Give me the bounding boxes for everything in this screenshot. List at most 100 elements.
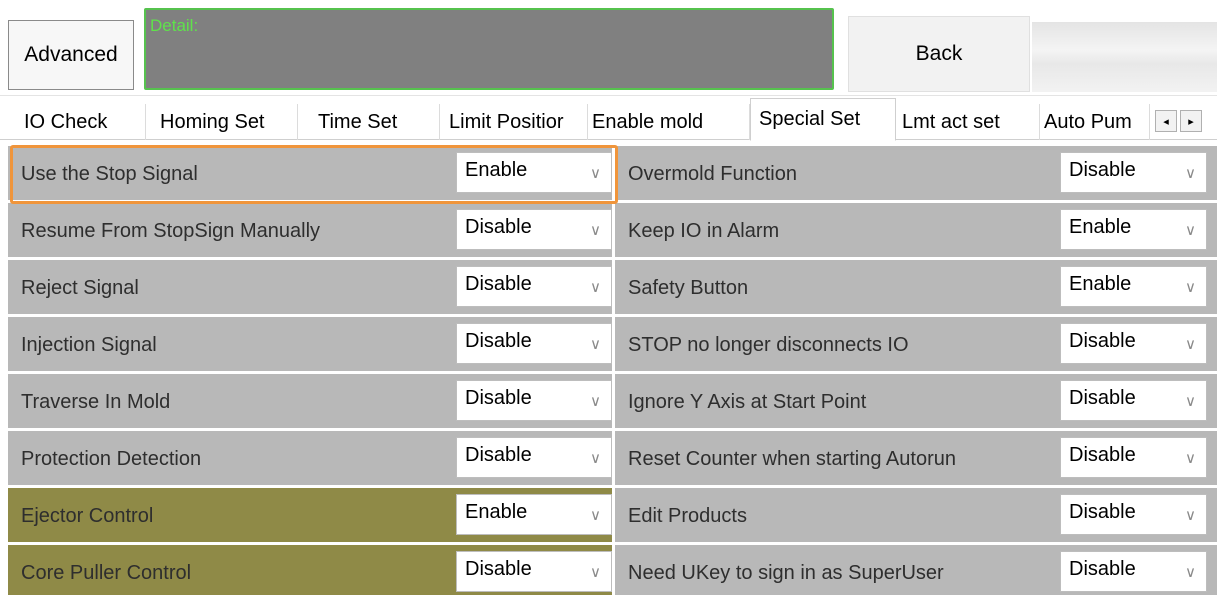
setting-select[interactable]: Disable ∨ bbox=[1060, 152, 1207, 193]
chevron-down-icon: ∨ bbox=[590, 393, 601, 410]
tab-label: Auto Pum bbox=[1044, 110, 1132, 133]
back-button[interactable]: Back bbox=[848, 16, 1030, 92]
setting-label: Safety Button bbox=[628, 277, 749, 299]
select-value: Disable bbox=[465, 387, 532, 409]
chevron-down-icon: ∨ bbox=[1185, 507, 1196, 524]
tab-label: Lmt act set bbox=[902, 110, 1000, 133]
setting-select[interactable]: Enable ∨ bbox=[456, 494, 612, 535]
setting-row: Use the Stop Signal Enable ∨ bbox=[8, 146, 612, 200]
tab-label: Limit Positior bbox=[449, 110, 564, 133]
setting-row: Protection Detection Disable ∨ bbox=[8, 431, 612, 485]
setting-select[interactable]: Disable ∨ bbox=[1060, 437, 1207, 478]
special-settings-grid: Use the Stop Signal Enable ∨ Overmold Fu… bbox=[8, 146, 1217, 595]
setting-label: Edit Products bbox=[628, 505, 747, 527]
setting-select[interactable]: Disable ∨ bbox=[456, 323, 612, 364]
select-value: Disable bbox=[1069, 501, 1136, 523]
setting-select[interactable]: Disable ∨ bbox=[456, 266, 612, 307]
tab-label: IO Check bbox=[24, 110, 108, 133]
chevron-down-icon: ∨ bbox=[590, 336, 601, 353]
tab-time-set[interactable]: Time Set bbox=[300, 104, 440, 140]
setting-row: Overmold Function Disable ∨ bbox=[615, 146, 1217, 200]
tab-limit-position[interactable]: Limit Positior bbox=[445, 104, 588, 140]
setting-row: Injection Signal Disable ∨ bbox=[8, 317, 612, 371]
tab-label: Homing Set bbox=[160, 110, 265, 133]
tab-lmt-act-set[interactable]: Lmt act set bbox=[898, 104, 1040, 140]
select-value: Disable bbox=[1069, 159, 1136, 181]
detail-label: Detail: bbox=[150, 16, 199, 35]
setting-label: Ejector Control bbox=[21, 505, 154, 527]
setting-select[interactable]: Disable ∨ bbox=[1060, 323, 1207, 364]
setting-row: Resume From StopSign Manually Disable ∨ bbox=[8, 203, 612, 257]
select-value: Disable bbox=[465, 273, 532, 295]
tab-enable-mold[interactable]: Enable mold bbox=[588, 104, 750, 140]
setting-label: Injection Signal bbox=[21, 334, 157, 356]
tab-homing-set[interactable]: Homing Set bbox=[148, 104, 298, 140]
tab-scroll-left-icon[interactable]: ◂ bbox=[1155, 110, 1177, 132]
tab-label: Enable mold bbox=[592, 110, 704, 133]
select-value: Enable bbox=[465, 501, 528, 523]
select-value: Disable bbox=[465, 444, 532, 466]
advanced-button[interactable]: Advanced bbox=[8, 20, 134, 90]
chevron-down-icon: ∨ bbox=[1185, 393, 1196, 410]
setting-label: Ignore Y Axis at Start Point bbox=[628, 391, 867, 413]
setting-label: Reject Signal bbox=[21, 277, 139, 299]
setting-select[interactable]: Disable ∨ bbox=[1060, 551, 1207, 592]
tab-auto-pump[interactable]: Auto Pum bbox=[1040, 104, 1150, 140]
setting-select[interactable]: Disable ∨ bbox=[456, 209, 612, 250]
chevron-down-icon: ∨ bbox=[1185, 279, 1196, 296]
setting-row: Edit Products Disable ∨ bbox=[615, 488, 1217, 542]
select-value: Enable bbox=[1069, 216, 1132, 238]
top-toolbar: Advanced Detail: Back bbox=[0, 0, 1217, 95]
setting-row: STOP no longer disconnects IO Disable ∨ bbox=[615, 317, 1217, 371]
chevron-down-icon: ∨ bbox=[1185, 336, 1196, 353]
select-value: Disable bbox=[465, 330, 532, 352]
setting-row: Reject Signal Disable ∨ bbox=[8, 260, 612, 314]
chevron-down-icon: ∨ bbox=[590, 165, 601, 182]
setting-label: Need UKey to sign in as SuperUser bbox=[628, 562, 944, 584]
setting-select[interactable]: Disable ∨ bbox=[456, 437, 612, 478]
chevron-down-icon: ∨ bbox=[1185, 450, 1196, 467]
setting-select[interactable]: Disable ∨ bbox=[1060, 494, 1207, 535]
setting-select[interactable]: Disable ∨ bbox=[456, 551, 612, 592]
chevron-down-icon: ∨ bbox=[1185, 222, 1196, 239]
setting-row: Traverse In Mold Disable ∨ bbox=[8, 374, 612, 428]
setting-label: Overmold Function bbox=[628, 163, 797, 185]
chevron-down-icon: ∨ bbox=[1185, 564, 1196, 581]
setting-row: Safety Button Enable ∨ bbox=[615, 260, 1217, 314]
setting-row: Ignore Y Axis at Start Point Disable ∨ bbox=[615, 374, 1217, 428]
tab-special-set[interactable]: Special Set bbox=[750, 98, 896, 141]
select-value: Disable bbox=[465, 216, 532, 238]
setting-select[interactable]: Enable ∨ bbox=[1060, 266, 1207, 307]
setting-row: Reset Counter when starting Autorun Disa… bbox=[615, 431, 1217, 485]
setting-row: Need UKey to sign in as SuperUser Disabl… bbox=[615, 545, 1217, 595]
setting-select[interactable]: Enable ∨ bbox=[1060, 209, 1207, 250]
chevron-down-icon: ∨ bbox=[590, 222, 601, 239]
setting-select[interactable]: Disable ∨ bbox=[456, 380, 612, 421]
chevron-down-icon: ∨ bbox=[590, 564, 601, 581]
setting-label: STOP no longer disconnects IO bbox=[628, 334, 909, 356]
tab-label: Special Set bbox=[759, 108, 861, 130]
setting-label: Use the Stop Signal bbox=[21, 163, 198, 185]
setting-select[interactable]: Disable ∨ bbox=[1060, 380, 1207, 421]
tab-io-check[interactable]: IO Check bbox=[8, 104, 146, 140]
select-value: Disable bbox=[1069, 558, 1136, 580]
select-value: Disable bbox=[1069, 387, 1136, 409]
setting-row: Core Puller Control Disable ∨ bbox=[8, 545, 612, 595]
tab-label: Time Set bbox=[318, 110, 398, 133]
setting-select[interactable]: Enable ∨ bbox=[456, 152, 612, 193]
setting-label: Core Puller Control bbox=[21, 562, 192, 584]
tab-scroll-right-icon[interactable]: ▸ bbox=[1180, 110, 1202, 132]
setting-label: Resume From StopSign Manually bbox=[21, 220, 321, 242]
tab-bar: IO Check Homing Set Time Set Limit Posit… bbox=[0, 95, 1217, 141]
setting-label: Reset Counter when starting Autorun bbox=[628, 448, 956, 470]
chevron-down-icon: ∨ bbox=[590, 507, 601, 524]
setting-label: Traverse In Mold bbox=[21, 391, 171, 413]
select-value: Enable bbox=[465, 159, 528, 181]
select-value: Disable bbox=[465, 558, 532, 580]
select-value: Enable bbox=[1069, 273, 1132, 295]
toolbar-decoration bbox=[1032, 22, 1217, 92]
setting-row: Ejector Control Enable ∨ bbox=[8, 488, 612, 542]
chevron-down-icon: ∨ bbox=[1185, 165, 1196, 182]
detail-display: Detail: bbox=[144, 8, 834, 90]
setting-row: Keep IO in Alarm Enable ∨ bbox=[615, 203, 1217, 257]
